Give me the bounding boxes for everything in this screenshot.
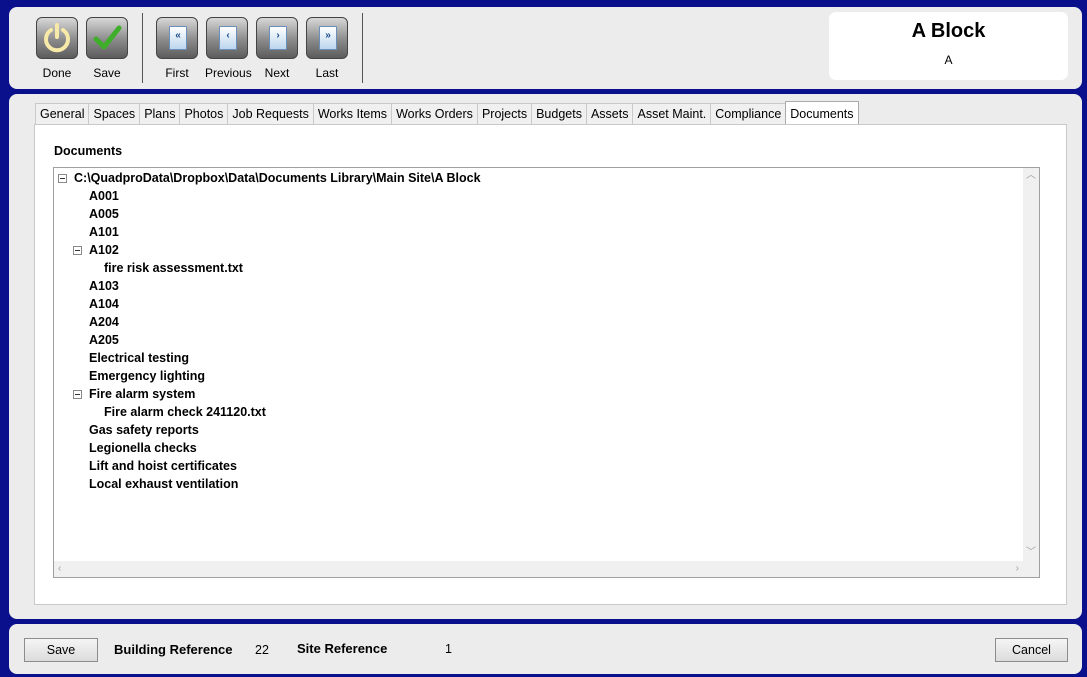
tab-spaces[interactable]: Spaces [88, 103, 141, 124]
tree-file-item[interactable]: fire risk assessment.txt [104, 259, 243, 277]
building-reference-value: 22 [255, 643, 269, 657]
tab-assets[interactable]: Assets [585, 103, 634, 124]
documents-tree[interactable]: C:\QuadproData\Dropbox\Data\Documents Li… [53, 167, 1040, 578]
next-label: Next [264, 66, 290, 80]
toolbar-separator [142, 13, 143, 83]
tab-works-items[interactable]: Works Items [312, 103, 393, 124]
tab-job-requests[interactable]: Job Requests [227, 103, 314, 124]
first-record-icon: « [156, 17, 198, 59]
next-record-icon: › [256, 17, 298, 59]
tree-folder-item[interactable]: Legionella checks [89, 439, 197, 457]
save-toolbar-label: Save [93, 66, 121, 80]
tree-folder-item[interactable]: Emergency lighting [89, 367, 205, 385]
documents-heading: Documents [54, 144, 123, 158]
last-button[interactable]: » Last [305, 17, 349, 83]
record-subtitle: A [944, 53, 953, 67]
building-reference-label: Building Reference [114, 642, 233, 657]
tree-folder-item[interactable]: A001 [89, 187, 119, 205]
tab-bar: General Spaces Plans Photos Job Requests Work… [35, 101, 859, 125]
tree-folder-item[interactable]: Fire alarm system [89, 385, 195, 403]
tree-folder-item[interactable]: A103 [89, 277, 119, 295]
collapse-icon[interactable] [58, 174, 67, 183]
toolbar-panel: Done Save « First ‹ Previous › Next » La… [9, 7, 1082, 89]
site-reference-label: Site Reference [297, 641, 388, 656]
main-panel: General Spaces Plans Photos Job Requests Work… [9, 94, 1082, 619]
power-icon [36, 17, 78, 59]
done-label: Done [42, 66, 72, 80]
tree-folder-item[interactable]: Local exhaust ventilation [89, 475, 238, 493]
scrollbar-corner [1023, 561, 1039, 577]
scroll-left-icon[interactable]: ‹ [58, 564, 61, 574]
cancel-button[interactable]: Cancel [995, 638, 1068, 662]
tree-folder-item[interactable]: A102 [89, 241, 119, 259]
documents-tab-content: Documents C:\QuadproData\Dropbox\Data\Do… [34, 124, 1067, 605]
vertical-scrollbar[interactable]: ︿ ﹀ [1023, 168, 1039, 561]
scroll-right-icon[interactable]: › [1016, 564, 1019, 574]
collapse-icon[interactable] [73, 246, 82, 255]
tree-folder-item[interactable]: A205 [89, 331, 119, 349]
site-reference-value: 1 [445, 642, 452, 656]
scroll-up-icon[interactable]: ︿ [1026, 171, 1036, 181]
tab-works-orders[interactable]: Works Orders [391, 103, 478, 124]
tree-folder-item[interactable]: A005 [89, 205, 119, 223]
footer-panel: Save Building Reference 22 Site Referenc… [9, 624, 1082, 674]
record-title: A Block [911, 20, 986, 42]
save-toolbar-button[interactable]: Save [85, 17, 129, 83]
previous-record-icon: ‹ [206, 17, 248, 59]
first-label: First [165, 66, 189, 80]
done-button[interactable]: Done [35, 17, 79, 83]
scroll-down-icon[interactable]: ﹀ [1026, 548, 1036, 558]
record-title-box: A Block A [829, 12, 1068, 80]
previous-label: Previous [205, 66, 252, 80]
tree-folder-item[interactable]: A101 [89, 223, 119, 241]
next-button[interactable]: › Next [255, 17, 299, 83]
save-button[interactable]: Save [24, 638, 98, 662]
tab-projects[interactable]: Projects [476, 103, 533, 124]
checkmark-icon [86, 17, 128, 59]
tree-folder-item[interactable]: A104 [89, 295, 119, 313]
tree-folder-item[interactable]: C:\QuadproData\Dropbox\Data\Documents Li… [74, 169, 481, 187]
tab-plans[interactable]: Plans [139, 103, 181, 124]
tab-compliance[interactable]: Compliance [710, 103, 787, 124]
tab-documents[interactable]: Documents [785, 101, 859, 124]
tree-folder-item[interactable]: Gas safety reports [89, 421, 199, 439]
toolbar-separator [362, 13, 363, 83]
tab-photos[interactable]: Photos [179, 103, 229, 124]
tree-folder-item[interactable]: A204 [89, 313, 119, 331]
collapse-icon[interactable] [73, 390, 82, 399]
horizontal-scrollbar[interactable]: ‹ › [54, 561, 1023, 577]
last-record-icon: » [306, 17, 348, 59]
last-label: Last [315, 66, 339, 80]
first-button[interactable]: « First [155, 17, 199, 83]
tree-folder-item[interactable]: Electrical testing [89, 349, 189, 367]
tab-asset-maint[interactable]: Asset Maint. [632, 103, 712, 124]
tab-general[interactable]: General [35, 103, 90, 124]
previous-button[interactable]: ‹ Previous [205, 17, 252, 83]
tree-folder-item[interactable]: Lift and hoist certificates [89, 457, 237, 475]
tree-file-item[interactable]: Fire alarm check 241120.txt [104, 403, 266, 421]
tab-budgets[interactable]: Budgets [531, 103, 587, 124]
